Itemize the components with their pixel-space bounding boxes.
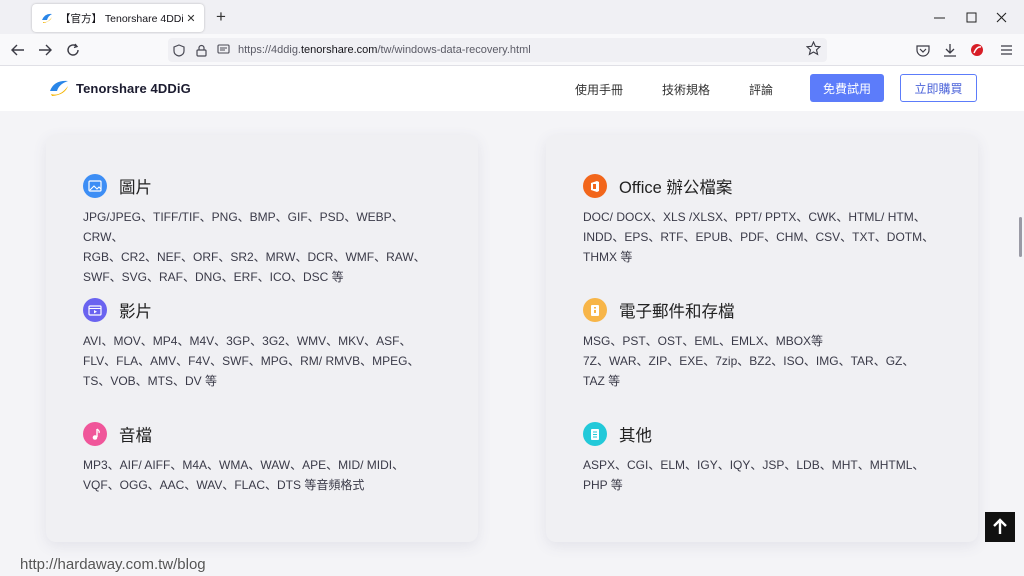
section-email-archive: 電子郵件和存檔 MSG、PST、OST、EML、EMLX、MBOX等 7Z、WA… xyxy=(583,297,943,391)
format-line: TS、VOB、MTS、DV 等 xyxy=(83,374,218,388)
url-prefix: https://4ddig. xyxy=(238,44,301,56)
watermark-text: http://hardaway.com.tw/blog xyxy=(20,556,206,573)
tenorshare-logo-icon xyxy=(50,80,68,96)
arrow-up-icon xyxy=(993,518,1007,534)
pocket-icon[interactable] xyxy=(912,39,934,61)
section-audio: 音檔 MP3、AIF/ AIFF、M4A、WMA、WAW、APE、MID/ MI… xyxy=(83,421,443,495)
free-trial-button[interactable]: 免費試用 xyxy=(810,74,884,102)
menu-hamburger-icon[interactable] xyxy=(995,39,1017,61)
url-text[interactable]: https://4ddig.tenorshare.com/tw/windows-… xyxy=(238,44,531,56)
file-types-card-right: Office 辦公檔案 DOC/ DOCX、XLS /XLSX、PPT/ PPT… xyxy=(546,135,978,542)
close-window-icon[interactable] xyxy=(978,0,1024,34)
format-line: JPG/JPEG、TIFF/TIF、PNG、BMP、GIF、PSD、WEBP、C… xyxy=(83,210,404,244)
site-header: Tenorshare 4DDiG 使用手冊 技術規格 評論 免費試用 立即購買 xyxy=(0,66,1024,111)
tab-close-icon[interactable]: ✕ xyxy=(184,12,198,25)
section-title: 其他 xyxy=(619,427,652,445)
section-title: 音檔 xyxy=(119,427,152,445)
format-line: INDD、EPS、RTF、EPUB、PDF、CHM、CSV、TXT、DOTM、 xyxy=(583,230,935,244)
format-line: DOC/ DOCX、XLS /XLSX、PPT/ PPTX、CWK、HTML/ … xyxy=(583,210,926,224)
format-line: 7Z、WAR、ZIP、EXE、7zip、BZ2、ISO、IMG、TAR、GZ、 xyxy=(583,354,915,368)
format-line: AVI、MOV、MP4、M4V、3GP、3G2、WMV、MKV、ASF、 xyxy=(83,334,412,348)
section-images: 圖片 JPG/JPEG、TIFF/TIF、PNG、BMP、GIF、PSD、WEB… xyxy=(83,173,443,287)
page-scrollbar[interactable] xyxy=(1018,111,1024,576)
page-info-icon[interactable] xyxy=(212,38,234,62)
format-line: SWF、SVG、RAF、DNG、ERF、ICO、DSC 等 xyxy=(83,270,344,284)
brand-name: Tenorshare 4DDiG xyxy=(76,80,191,96)
url-domain: tenorshare.com xyxy=(301,44,378,56)
section-title: 影片 xyxy=(119,303,152,321)
file-types-card-left: 圖片 JPG/JPEG、TIFF/TIF、PNG、BMP、GIF、PSD、WEB… xyxy=(46,135,478,542)
tracking-shield-icon[interactable] xyxy=(168,38,190,62)
url-path: /tw/windows-data-recovery.html xyxy=(377,44,531,56)
nav-user-manual[interactable]: 使用手冊 xyxy=(575,81,623,98)
section-videos: 影片 AVI、MOV、MP4、M4V、3GP、3G2、WMV、MKV、ASF、 … xyxy=(83,297,443,391)
buy-now-button[interactable]: 立即購買 xyxy=(900,74,977,102)
site-logo[interactable]: Tenorshare 4DDiG xyxy=(48,78,191,98)
video-icon xyxy=(83,298,107,322)
office-icon xyxy=(583,174,607,198)
section-title: 圖片 xyxy=(119,179,152,197)
nav-reviews[interactable]: 評論 xyxy=(749,81,773,98)
section-other: 其他 ASPX、CGI、ELM、IGY、IQY、JSP、LDB、MHT、MHTM… xyxy=(583,421,943,495)
reload-icon[interactable] xyxy=(62,39,84,61)
format-line: MSG、PST、OST、EML、EMLX、MBOX等 xyxy=(583,334,824,348)
back-to-top-button[interactable] xyxy=(985,512,1015,542)
nav-tech-specs[interactable]: 技術規格 xyxy=(662,81,710,98)
tab-strip: 【官方】 Tenorshare 4DDiG W ✕ + xyxy=(0,0,1024,34)
forward-arrow-icon[interactable] xyxy=(34,39,56,61)
format-line: VQF、OGG、AAC、WAV、FLAC、DTS 等音頻格式 xyxy=(83,478,365,492)
new-tab-button[interactable]: + xyxy=(210,6,232,28)
section-title: 電子郵件和存檔 xyxy=(619,303,735,321)
navigation-toolbar: https://4ddig.tenorshare.com/tw/windows-… xyxy=(0,34,1024,66)
music-icon xyxy=(83,422,107,446)
lock-icon[interactable] xyxy=(190,38,212,62)
section-title: Office 辦公檔案 xyxy=(619,179,733,197)
format-line: ASPX、CGI、ELM、IGY、IQY、JSP、LDB、MHT、MHTML、 xyxy=(583,458,925,472)
archive-icon xyxy=(583,298,607,322)
format-line: PHP 等 xyxy=(583,478,623,492)
site-favicon-icon xyxy=(42,13,52,23)
extension-icon[interactable] xyxy=(966,39,988,61)
scrollbar-thumb[interactable] xyxy=(1019,217,1022,257)
bookmark-star-icon[interactable] xyxy=(805,40,822,61)
tab-title: 【官方】 Tenorshare 4DDiG W xyxy=(60,12,184,25)
format-line: FLV、FLA、AMV、F4V、SWF、MPG、RM/ RMVB、MPEG、 xyxy=(83,354,420,368)
main-content: 圖片 JPG/JPEG、TIFF/TIF、PNG、BMP、GIF、PSD、WEB… xyxy=(0,111,1018,576)
image-icon xyxy=(83,174,107,198)
browser-tab-active[interactable]: 【官方】 Tenorshare 4DDiG W ✕ xyxy=(32,4,204,32)
format-line: THMX 等 xyxy=(583,250,633,264)
format-line: MP3、AIF/ AIFF、M4A、WMA、WAW、APE、MID/ MIDI、 xyxy=(83,458,405,472)
address-bar[interactable]: https://4ddig.tenorshare.com/tw/windows-… xyxy=(168,38,827,62)
back-arrow-icon[interactable] xyxy=(7,39,29,61)
format-line: RGB、CR2、NEF、ORF、SR2、MRW、DCR、WMF、RAW、 xyxy=(83,250,426,264)
document-icon xyxy=(583,422,607,446)
downloads-icon[interactable] xyxy=(939,39,961,61)
section-office: Office 辦公檔案 DOC/ DOCX、XLS /XLSX、PPT/ PPT… xyxy=(583,173,943,267)
format-line: TAZ 等 xyxy=(583,374,621,388)
